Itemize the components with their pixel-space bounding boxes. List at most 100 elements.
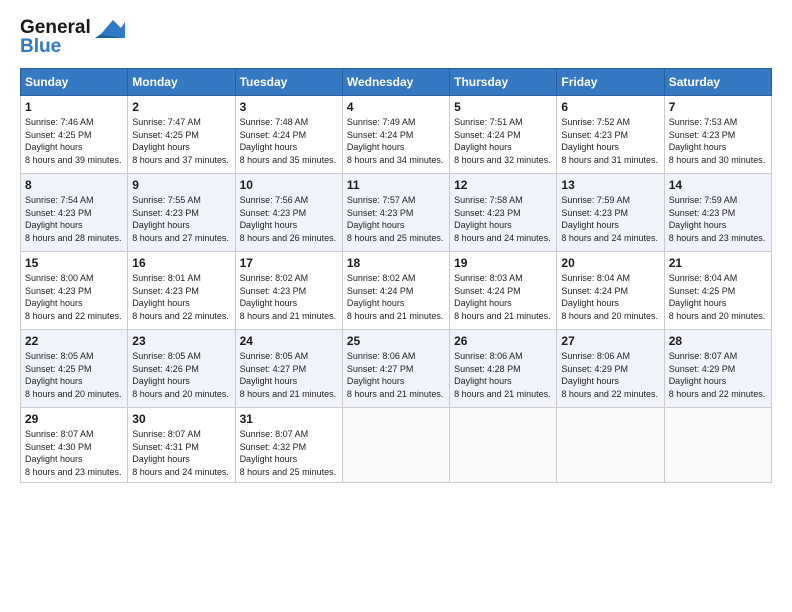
day-number: 14 — [669, 178, 767, 192]
calendar-cell: 28 Sunrise: 8:07 AM Sunset: 4:29 PM Dayl… — [664, 330, 771, 408]
day-info: Sunrise: 8:07 AM Sunset: 4:29 PM Dayligh… — [669, 350, 767, 400]
day-info: Sunrise: 7:59 AM Sunset: 4:23 PM Dayligh… — [669, 194, 767, 244]
day-info: Sunrise: 8:05 AM Sunset: 4:26 PM Dayligh… — [132, 350, 230, 400]
calendar-cell: 7 Sunrise: 7:53 AM Sunset: 4:23 PM Dayli… — [664, 96, 771, 174]
day-number: 13 — [561, 178, 659, 192]
day-number: 30 — [132, 412, 230, 426]
calendar-cell: 2 Sunrise: 7:47 AM Sunset: 4:25 PM Dayli… — [128, 96, 235, 174]
calendar-week-row: 1 Sunrise: 7:46 AM Sunset: 4:25 PM Dayli… — [21, 96, 772, 174]
day-info: Sunrise: 8:06 AM Sunset: 4:28 PM Dayligh… — [454, 350, 552, 400]
day-info: Sunrise: 7:49 AM Sunset: 4:24 PM Dayligh… — [347, 116, 445, 166]
day-info: Sunrise: 7:54 AM Sunset: 4:23 PM Dayligh… — [25, 194, 123, 244]
weekday-header: Tuesday — [235, 69, 342, 96]
day-info: Sunrise: 8:00 AM Sunset: 4:23 PM Dayligh… — [25, 272, 123, 322]
day-number: 4 — [347, 100, 445, 114]
day-info: Sunrise: 8:04 AM Sunset: 4:25 PM Dayligh… — [669, 272, 767, 322]
day-info: Sunrise: 7:48 AM Sunset: 4:24 PM Dayligh… — [240, 116, 338, 166]
weekday-header: Sunday — [21, 69, 128, 96]
calendar-body: 1 Sunrise: 7:46 AM Sunset: 4:25 PM Dayli… — [21, 96, 772, 483]
day-number: 2 — [132, 100, 230, 114]
calendar-cell: 3 Sunrise: 7:48 AM Sunset: 4:24 PM Dayli… — [235, 96, 342, 174]
page: General Blue SundayMondayTuesdayWednesda… — [0, 0, 792, 612]
day-number: 19 — [454, 256, 552, 270]
day-number: 25 — [347, 334, 445, 348]
day-number: 29 — [25, 412, 123, 426]
day-info: Sunrise: 8:07 AM Sunset: 4:32 PM Dayligh… — [240, 428, 338, 478]
calendar-cell: 30 Sunrise: 8:07 AM Sunset: 4:31 PM Dayl… — [128, 408, 235, 483]
day-number: 12 — [454, 178, 552, 192]
calendar-cell: 12 Sunrise: 7:58 AM Sunset: 4:23 PM Dayl… — [450, 174, 557, 252]
day-number: 1 — [25, 100, 123, 114]
day-info: Sunrise: 8:07 AM Sunset: 4:31 PM Dayligh… — [132, 428, 230, 478]
calendar-week-row: 29 Sunrise: 8:07 AM Sunset: 4:30 PM Dayl… — [21, 408, 772, 483]
day-info: Sunrise: 7:47 AM Sunset: 4:25 PM Dayligh… — [132, 116, 230, 166]
logo-icon — [95, 16, 125, 38]
day-number: 10 — [240, 178, 338, 192]
weekday-header: Saturday — [664, 69, 771, 96]
calendar-cell: 13 Sunrise: 7:59 AM Sunset: 4:23 PM Dayl… — [557, 174, 664, 252]
calendar-cell: 27 Sunrise: 8:06 AM Sunset: 4:29 PM Dayl… — [557, 330, 664, 408]
day-info: Sunrise: 8:04 AM Sunset: 4:24 PM Dayligh… — [561, 272, 659, 322]
calendar-cell: 26 Sunrise: 8:06 AM Sunset: 4:28 PM Dayl… — [450, 330, 557, 408]
calendar-week-row: 8 Sunrise: 7:54 AM Sunset: 4:23 PM Dayli… — [21, 174, 772, 252]
calendar-cell: 16 Sunrise: 8:01 AM Sunset: 4:23 PM Dayl… — [128, 252, 235, 330]
day-number: 6 — [561, 100, 659, 114]
weekday-header: Thursday — [450, 69, 557, 96]
calendar-cell: 5 Sunrise: 7:51 AM Sunset: 4:24 PM Dayli… — [450, 96, 557, 174]
day-info: Sunrise: 7:59 AM Sunset: 4:23 PM Dayligh… — [561, 194, 659, 244]
calendar-cell: 21 Sunrise: 8:04 AM Sunset: 4:25 PM Dayl… — [664, 252, 771, 330]
weekday-header: Wednesday — [342, 69, 449, 96]
day-info: Sunrise: 8:01 AM Sunset: 4:23 PM Dayligh… — [132, 272, 230, 322]
day-number: 20 — [561, 256, 659, 270]
day-info: Sunrise: 7:46 AM Sunset: 4:25 PM Dayligh… — [25, 116, 123, 166]
calendar-cell: 17 Sunrise: 8:02 AM Sunset: 4:23 PM Dayl… — [235, 252, 342, 330]
day-number: 26 — [454, 334, 552, 348]
day-info: Sunrise: 7:53 AM Sunset: 4:23 PM Dayligh… — [669, 116, 767, 166]
calendar-cell: 18 Sunrise: 8:02 AM Sunset: 4:24 PM Dayl… — [342, 252, 449, 330]
day-number: 8 — [25, 178, 123, 192]
day-number: 7 — [669, 100, 767, 114]
calendar-cell — [557, 408, 664, 483]
day-number: 15 — [25, 256, 123, 270]
day-number: 21 — [669, 256, 767, 270]
day-info: Sunrise: 8:02 AM Sunset: 4:24 PM Dayligh… — [347, 272, 445, 322]
calendar-cell: 6 Sunrise: 7:52 AM Sunset: 4:23 PM Dayli… — [557, 96, 664, 174]
day-number: 11 — [347, 178, 445, 192]
calendar-cell: 10 Sunrise: 7:56 AM Sunset: 4:23 PM Dayl… — [235, 174, 342, 252]
logo: General Blue — [20, 16, 125, 58]
calendar-cell: 20 Sunrise: 8:04 AM Sunset: 4:24 PM Dayl… — [557, 252, 664, 330]
day-info: Sunrise: 8:07 AM Sunset: 4:30 PM Dayligh… — [25, 428, 123, 478]
day-number: 22 — [25, 334, 123, 348]
calendar-cell: 1 Sunrise: 7:46 AM Sunset: 4:25 PM Dayli… — [21, 96, 128, 174]
calendar-cell: 8 Sunrise: 7:54 AM Sunset: 4:23 PM Dayli… — [21, 174, 128, 252]
day-number: 27 — [561, 334, 659, 348]
day-number: 9 — [132, 178, 230, 192]
day-info: Sunrise: 7:56 AM Sunset: 4:23 PM Dayligh… — [240, 194, 338, 244]
calendar-cell: 25 Sunrise: 8:06 AM Sunset: 4:27 PM Dayl… — [342, 330, 449, 408]
weekday-header: Monday — [128, 69, 235, 96]
day-info: Sunrise: 7:57 AM Sunset: 4:23 PM Dayligh… — [347, 194, 445, 244]
calendar-cell: 19 Sunrise: 8:03 AM Sunset: 4:24 PM Dayl… — [450, 252, 557, 330]
day-info: Sunrise: 7:55 AM Sunset: 4:23 PM Dayligh… — [132, 194, 230, 244]
calendar-cell: 31 Sunrise: 8:07 AM Sunset: 4:32 PM Dayl… — [235, 408, 342, 483]
day-number: 23 — [132, 334, 230, 348]
calendar-cell — [342, 408, 449, 483]
calendar-cell: 4 Sunrise: 7:49 AM Sunset: 4:24 PM Dayli… — [342, 96, 449, 174]
logo-general: General — [20, 18, 91, 37]
day-number: 5 — [454, 100, 552, 114]
calendar-cell: 15 Sunrise: 8:00 AM Sunset: 4:23 PM Dayl… — [21, 252, 128, 330]
day-info: Sunrise: 7:52 AM Sunset: 4:23 PM Dayligh… — [561, 116, 659, 166]
calendar-cell: 9 Sunrise: 7:55 AM Sunset: 4:23 PM Dayli… — [128, 174, 235, 252]
calendar-cell: 24 Sunrise: 8:05 AM Sunset: 4:27 PM Dayl… — [235, 330, 342, 408]
day-info: Sunrise: 7:51 AM Sunset: 4:24 PM Dayligh… — [454, 116, 552, 166]
calendar-week-row: 22 Sunrise: 8:05 AM Sunset: 4:25 PM Dayl… — [21, 330, 772, 408]
calendar-header-row: SundayMondayTuesdayWednesdayThursdayFrid… — [21, 69, 772, 96]
day-number: 16 — [132, 256, 230, 270]
calendar: SundayMondayTuesdayWednesdayThursdayFrid… — [20, 68, 772, 483]
calendar-cell: 22 Sunrise: 8:05 AM Sunset: 4:25 PM Dayl… — [21, 330, 128, 408]
weekday-header: Friday — [557, 69, 664, 96]
day-number: 3 — [240, 100, 338, 114]
day-info: Sunrise: 8:05 AM Sunset: 4:25 PM Dayligh… — [25, 350, 123, 400]
day-number: 28 — [669, 334, 767, 348]
calendar-week-row: 15 Sunrise: 8:00 AM Sunset: 4:23 PM Dayl… — [21, 252, 772, 330]
